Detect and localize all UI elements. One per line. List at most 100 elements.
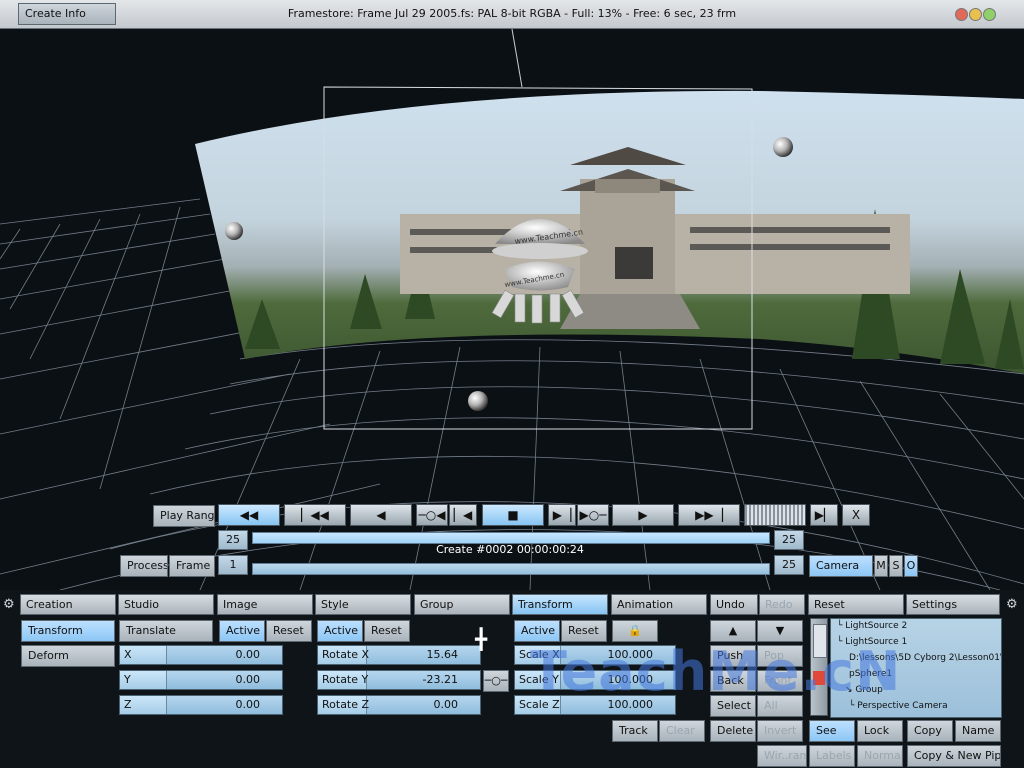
copy-new-pipe-button[interactable]: Copy & New Pipe <box>907 745 1001 767</box>
last-frame-icon: ▶▶▕ <box>695 508 723 522</box>
tab-group[interactable]: Group <box>414 594 510 615</box>
tree-item[interactable]: └ LightSource 1 <box>837 637 907 647</box>
invert-button[interactable]: Invert <box>757 720 803 742</box>
move-up-button[interactable]: ▲ <box>710 620 756 642</box>
close-window-icon[interactable] <box>955 8 968 21</box>
stop-button[interactable]: ■ <box>482 504 544 526</box>
lock-scale-button[interactable]: 🔒 <box>612 620 658 642</box>
process-start-field[interactable]: 1 <box>218 555 248 575</box>
front-button[interactable]: Front <box>757 670 803 692</box>
scale-y-field[interactable]: Scale Y 100.000 <box>514 670 676 690</box>
translate-y-field[interactable]: Y 0.00 <box>119 670 283 690</box>
name-button[interactable]: Name <box>955 720 1001 742</box>
scene-tree[interactable]: └ LightSource 2 └ LightSource 1 D:\lesso… <box>830 618 1002 718</box>
tree-scrollbar[interactable] <box>810 618 828 716</box>
translate-z-field[interactable]: Z 0.00 <box>119 695 283 715</box>
rotate-x-label: Rotate X <box>322 648 370 661</box>
pop-button[interactable]: Pop <box>757 645 803 667</box>
normals-button[interactable]: Normals <box>857 745 903 767</box>
m-button[interactable]: M <box>874 555 888 577</box>
select-button[interactable]: Select <box>710 695 756 717</box>
rotate-z-field[interactable]: Rotate Z 0.00 <box>317 695 481 715</box>
first-frame-icon: ▏◀◀ <box>301 508 329 522</box>
tab-transform[interactable]: Transform <box>512 594 608 615</box>
tab-creation[interactable]: Creation <box>20 594 116 615</box>
gear-icon-left[interactable]: ⚙ <box>3 597 15 612</box>
scrub-button[interactable] <box>744 504 806 526</box>
lock-button[interactable]: Lock <box>857 720 903 742</box>
delete-button[interactable]: Delete <box>710 720 756 742</box>
all-button[interactable]: All <box>757 695 803 717</box>
translate-active-button[interactable]: Active <box>219 620 265 642</box>
rotate-active-button[interactable]: Active <box>317 620 363 642</box>
light-sphere-left <box>225 222 243 240</box>
rotate-y-field[interactable]: Rotate Y -23.21 <box>317 670 481 690</box>
link-key-button[interactable]: ─○─ <box>483 670 509 692</box>
step-back-button[interactable]: ▏◀ <box>449 504 477 526</box>
window-title: Framestore: Frame Jul 29 2005.fs: PAL 8-… <box>287 7 737 20</box>
tab-image[interactable]: Image <box>217 594 313 615</box>
scale-x-field[interactable]: Scale X 100.000 <box>514 645 676 665</box>
process-button[interactable]: Process <box>120 555 168 577</box>
step-forward-button[interactable]: ▶▕ <box>548 504 576 526</box>
translate-button[interactable]: Translate <box>119 620 213 642</box>
tab-style[interactable]: Style <box>315 594 411 615</box>
gear-icon-right[interactable]: ⚙ <box>1006 597 1018 612</box>
zoom-window-icon[interactable] <box>983 8 996 21</box>
tree-item-selected[interactable]: ↘ Group <box>845 685 883 695</box>
tab-settings[interactable]: Settings <box>906 594 1000 615</box>
translate-reset-button[interactable]: Reset <box>266 620 312 642</box>
tab-studio[interactable]: Studio <box>118 594 214 615</box>
next-button[interactable]: ▶▏ <box>810 504 838 526</box>
labels-button[interactable]: Labels <box>809 745 855 767</box>
tab-animation[interactable]: Animation <box>611 594 707 615</box>
rotate-reset-button[interactable]: Reset <box>364 620 410 642</box>
minimize-window-icon[interactable] <box>969 8 982 21</box>
tree-item[interactable]: pSphere1 <box>849 669 892 679</box>
reset-tab-button[interactable]: Reset <box>808 594 904 615</box>
rotate-x-field[interactable]: Rotate X 15.64 <box>317 645 481 665</box>
camera-button[interactable]: Camera <box>809 555 873 577</box>
process-slider[interactable] <box>252 563 770 575</box>
first-frame-button[interactable]: ▏◀◀ <box>284 504 346 526</box>
copy-button[interactable]: Copy <box>907 720 953 742</box>
clear-button[interactable]: Clear <box>659 720 705 742</box>
tree-item[interactable]: └ Perspective Camera <box>849 701 948 711</box>
undo-button[interactable]: Undo <box>710 594 758 615</box>
play-backward-button[interactable]: ◀ <box>350 504 412 526</box>
push-button[interactable]: Push <box>710 645 756 667</box>
scale-active-button[interactable]: Active <box>514 620 560 642</box>
scale-x-value: 100.000 <box>607 648 654 661</box>
tree-scroll-thumb[interactable] <box>813 624 827 658</box>
o-button[interactable]: O <box>904 555 918 577</box>
translate-x-label: X <box>124 648 132 661</box>
move-down-button[interactable]: ▼ <box>757 620 803 642</box>
see-button[interactable]: See <box>809 720 855 742</box>
frame-button[interactable]: Frame <box>169 555 215 577</box>
transform-mode-button[interactable]: Transform <box>21 620 115 642</box>
last-frame-button[interactable]: ▶▶▕ <box>678 504 740 526</box>
translate-x-field[interactable]: X 0.00 <box>119 645 283 665</box>
play-forward-button[interactable]: ▶ <box>612 504 674 526</box>
scale-z-field[interactable]: Scale Z 100.000 <box>514 695 676 715</box>
s-button[interactable]: S <box>889 555 903 577</box>
scale-z-label: Scale Z <box>519 698 560 711</box>
wireframe-button[interactable]: Wir..rame <box>757 745 807 767</box>
rewind-button[interactable]: ◀◀ <box>218 504 280 526</box>
key-forward-button[interactable]: ▶○─ <box>577 504 609 526</box>
tree-item[interactable]: D:\lessons\5D Cyborg 2\Lesson01\b.. <box>849 653 1001 663</box>
back-button[interactable]: Back <box>710 670 756 692</box>
redo-button[interactable]: Redo <box>759 594 805 615</box>
deform-mode-button[interactable]: Deform <box>21 645 115 667</box>
track-button[interactable]: Track <box>612 720 658 742</box>
translate-z-value: 0.00 <box>235 698 261 711</box>
tree-item[interactable]: └ LightSource 2 <box>837 621 907 631</box>
key-back-button[interactable]: ─○◀ <box>416 504 448 526</box>
rotate-y-value: -23.21 <box>422 673 458 686</box>
scale-reset-button[interactable]: Reset <box>561 620 607 642</box>
process-end-field[interactable]: 25 <box>774 555 804 575</box>
range-start-field[interactable]: 25 <box>218 530 248 550</box>
play-range-button[interactable]: Play Range <box>153 505 215 527</box>
range-end-field[interactable]: 25 <box>774 530 804 550</box>
cut-button[interactable]: X <box>842 504 870 526</box>
